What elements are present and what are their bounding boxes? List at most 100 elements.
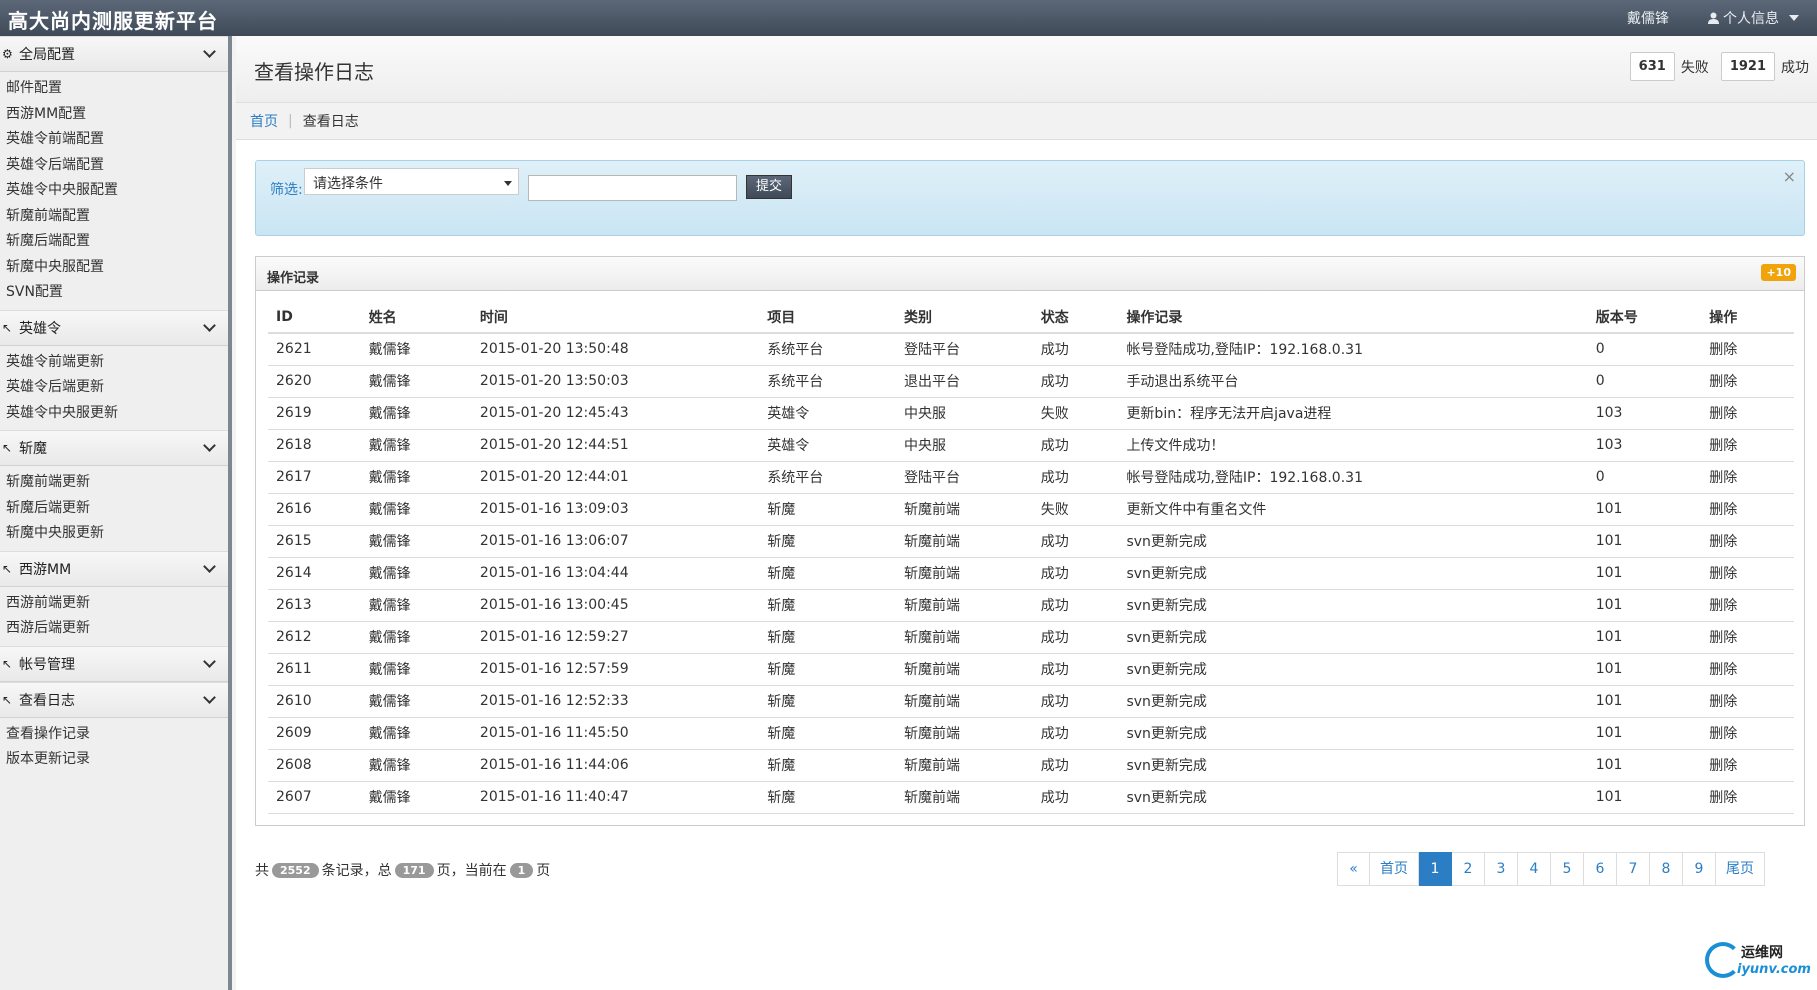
delete-link[interactable]: 删除 xyxy=(1701,429,1794,462)
filter-keyword-input[interactable] xyxy=(528,175,737,201)
table-cell: 2616 xyxy=(268,493,361,526)
table-cell: 2607 xyxy=(268,781,361,814)
table-cell: 2609 xyxy=(268,717,361,750)
summary-records-label: 条记录，总 xyxy=(321,863,392,879)
page-link[interactable]: 9 xyxy=(1683,852,1716,886)
table-cell: 斩魔 xyxy=(759,749,896,782)
table-cell: 斩魔前端 xyxy=(895,653,1033,686)
delete-link[interactable]: 删除 xyxy=(1701,493,1794,526)
breadcrumb-home-link[interactable]: 首页 xyxy=(250,111,278,131)
table-cell: 戴儒锋 xyxy=(360,365,472,398)
success-count: 1921 xyxy=(1720,52,1775,81)
submit-button[interactable]: 提交 xyxy=(746,175,792,199)
delete-link[interactable]: 删除 xyxy=(1701,365,1794,398)
sidebar-item[interactable]: 斩魔后端配置 xyxy=(0,229,228,255)
page-link[interactable]: 8 xyxy=(1650,852,1683,886)
table-cell: 更新bin：程序无法开启java进程 xyxy=(1118,397,1588,430)
sidebar-section-header[interactable]: ↖ 斩魔 xyxy=(0,430,228,466)
sidebar-item[interactable]: 英雄令前端更新 xyxy=(0,350,228,376)
delete-link[interactable]: 删除 xyxy=(1701,525,1794,558)
table-cell: 成功 xyxy=(1032,429,1119,462)
table-cell: 斩魔 xyxy=(759,557,896,590)
page-link[interactable]: 3 xyxy=(1485,852,1518,886)
sidebar-item[interactable]: 邮件配置 xyxy=(0,76,228,102)
delete-link[interactable]: 删除 xyxy=(1701,333,1794,366)
page-link[interactable]: 1 xyxy=(1419,852,1452,886)
sidebar-section-header[interactable]: ↖ 英雄令 xyxy=(0,309,228,346)
table-cell: 2621 xyxy=(268,333,361,366)
delete-link[interactable]: 删除 xyxy=(1701,749,1794,782)
table-cell: 戴儒锋 xyxy=(360,717,472,750)
table-cell: 2613 xyxy=(268,589,361,622)
table-cell: 2015-01-16 12:57:59 xyxy=(471,653,760,686)
table-cell: 斩魔 xyxy=(759,493,896,526)
page-link[interactable]: 尾页 xyxy=(1716,852,1765,886)
table-cell: 2610 xyxy=(268,685,361,718)
sidebar-item[interactable]: 斩魔中央服更新 xyxy=(0,521,228,547)
delete-link[interactable]: 删除 xyxy=(1701,589,1794,622)
sidebar-item[interactable]: 西游后端更新 xyxy=(0,616,228,642)
page-link[interactable]: 7 xyxy=(1617,852,1650,886)
sidebar-item[interactable]: 查看操作记录 xyxy=(0,722,228,748)
watermark-logo-icon xyxy=(1705,942,1741,978)
page-link[interactable]: 首页 xyxy=(1370,852,1419,886)
table-cell: 2015-01-16 12:59:27 xyxy=(471,621,760,654)
delete-link[interactable]: 删除 xyxy=(1701,781,1794,814)
delete-link[interactable]: 删除 xyxy=(1701,621,1794,654)
summary-prefix: 共 xyxy=(255,863,269,879)
sidebar-section-header[interactable]: ↖ 西游MM xyxy=(0,550,228,587)
table-cell: svn更新完成 xyxy=(1118,557,1588,590)
page-link[interactable]: 4 xyxy=(1518,852,1551,886)
table-row: 2619 戴儒锋 2015-01-20 12:45:43 英雄令 中央服 失败 更新bin：… xyxy=(268,397,1794,430)
table-cell: 2614 xyxy=(268,557,361,590)
table-cell: 系统平台 xyxy=(759,333,896,366)
sidebar-item[interactable]: 版本更新记录 xyxy=(0,747,228,773)
table-cell: 2015-01-16 13:06:07 xyxy=(471,525,760,558)
table-row: 2610 戴儒锋 2015-01-16 12:52:33 斩魔 斩魔前端 成功 svn更新完… xyxy=(268,685,1794,718)
sidebar-item[interactable]: SVN配置 xyxy=(0,280,228,306)
table-cell: svn更新完成 xyxy=(1118,749,1588,782)
sidebar-item[interactable]: 斩魔后端更新 xyxy=(0,496,228,522)
page-link[interactable]: 6 xyxy=(1584,852,1617,886)
current-user-name[interactable]: 戴儒锋 xyxy=(1627,8,1669,28)
delete-link[interactable]: 删除 xyxy=(1701,461,1794,494)
table-cell: 101 xyxy=(1587,557,1702,590)
profile-menu[interactable]: 个人信息 xyxy=(1708,8,1799,28)
sidebar-section-header[interactable]: ⚙ 全局配置 xyxy=(0,36,228,72)
page-link[interactable]: « xyxy=(1337,852,1370,886)
table-cell: 戴儒锋 xyxy=(360,557,472,590)
delete-link[interactable]: 删除 xyxy=(1701,557,1794,590)
table-cell: 2015-01-20 12:44:01 xyxy=(471,461,760,494)
table-cell: svn更新完成 xyxy=(1118,525,1588,558)
table-cell: 成功 xyxy=(1032,589,1119,622)
page-link[interactable]: 5 xyxy=(1551,852,1584,886)
delete-link[interactable]: 删除 xyxy=(1701,685,1794,718)
sidebar-item[interactable]: 斩魔中央服配置 xyxy=(0,255,228,281)
table-cell: 中央服 xyxy=(895,429,1033,462)
delete-link[interactable]: 删除 xyxy=(1701,397,1794,430)
sidebar-section-header[interactable]: ↖ 查看日志 xyxy=(0,681,228,718)
sidebar-item[interactable]: 英雄令中央服更新 xyxy=(0,401,228,427)
summary-page-suffix: 页 xyxy=(536,863,551,879)
sidebar-item[interactable]: 西游前端更新 xyxy=(0,591,228,617)
sidebar-section-header[interactable]: ↖ 帐号管理 xyxy=(0,645,228,682)
sidebar-item[interactable]: 斩魔前端更新 xyxy=(0,470,228,496)
sidebar-item[interactable]: 英雄令前端配置 xyxy=(0,127,228,153)
table-cell: svn更新完成 xyxy=(1118,685,1588,718)
sidebar-item[interactable]: 英雄令中央服配置 xyxy=(0,178,228,204)
delete-link[interactable]: 删除 xyxy=(1701,717,1794,750)
app-title[interactable]: 高大尚内测服更新平台 xyxy=(8,5,218,34)
sidebar-item[interactable]: 西游MM配置 xyxy=(0,102,228,128)
sidebar-item[interactable]: 斩魔前端配置 xyxy=(0,204,228,230)
filter-condition-select[interactable]: 请选择条件 xyxy=(304,168,519,195)
page-link[interactable]: 2 xyxy=(1452,852,1485,886)
table-cell: 斩魔前端 xyxy=(895,493,1033,526)
table-row: 2618 戴儒锋 2015-01-20 12:44:51 英雄令 中央服 成功 上传文件成功… xyxy=(268,429,1794,462)
sidebar-item[interactable]: 英雄令后端配置 xyxy=(0,153,228,179)
table-cell: 成功 xyxy=(1032,653,1119,686)
close-icon[interactable]: × xyxy=(1783,167,1796,186)
delete-link[interactable]: 删除 xyxy=(1701,653,1794,686)
sidebar-item[interactable]: 英雄令后端更新 xyxy=(0,375,228,401)
sidebar-section-items: 邮件配置 西游MM配置 英雄令前端配置 英雄令后端配置 英雄令中央服配置 斩魔前端配置 斩魔… xyxy=(0,72,228,310)
dropdown-arrow-icon xyxy=(504,181,512,186)
